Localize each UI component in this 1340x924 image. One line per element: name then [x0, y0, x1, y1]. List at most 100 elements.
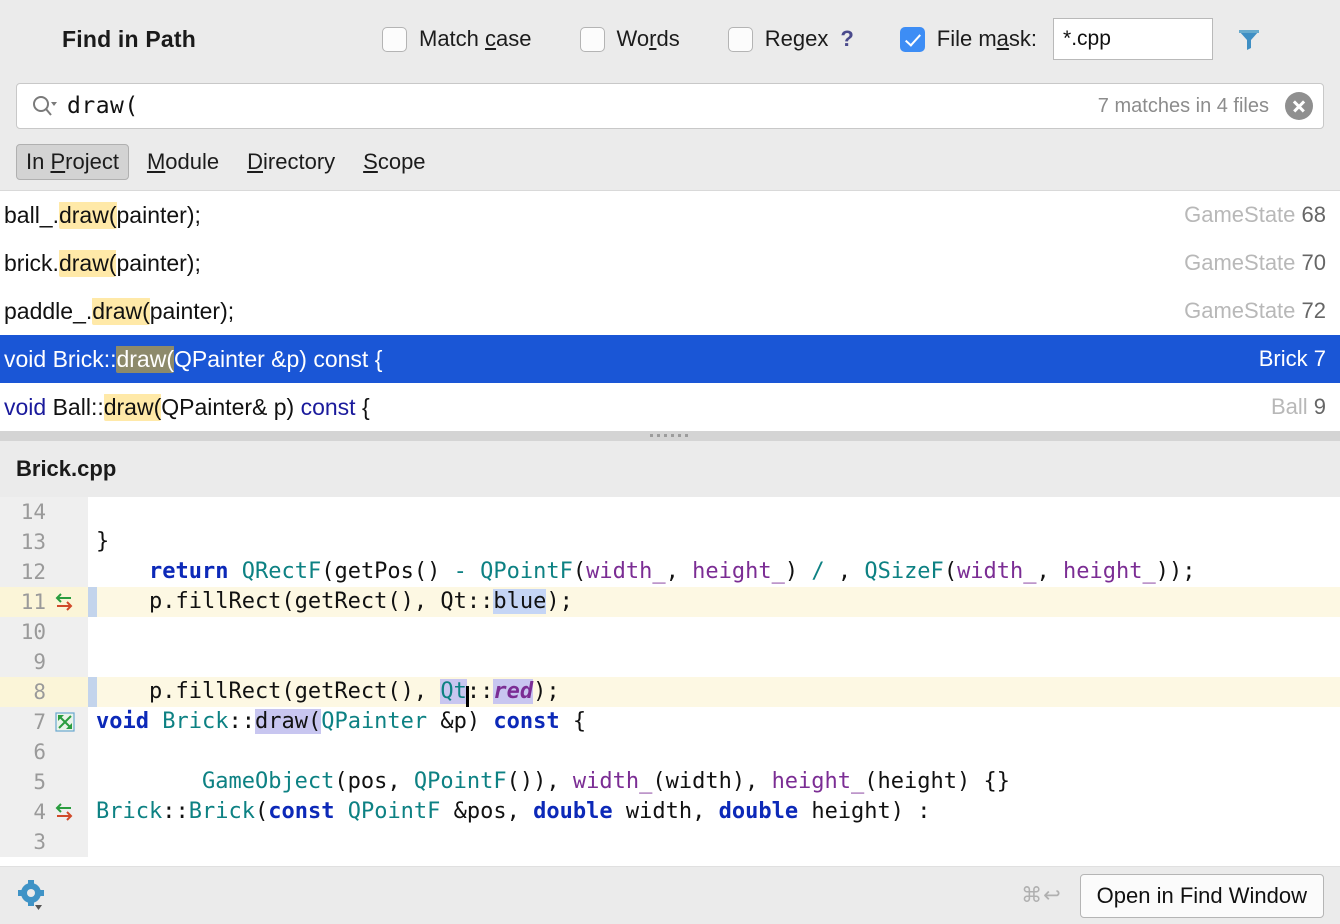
line-number: 7 — [33, 710, 46, 734]
line-marker — [88, 677, 97, 707]
line-number: 9 — [33, 650, 46, 674]
words-checkbox[interactable] — [579, 26, 605, 52]
line-gutter[interactable]: 8 — [0, 677, 88, 707]
line-number: 8 — [33, 680, 46, 704]
option-words[interactable]: Words — [579, 26, 680, 52]
line-number: 13 — [20, 530, 46, 554]
sidebar-item-scope[interactable]: Scope — [353, 144, 435, 180]
modified-lines-icon[interactable] — [54, 801, 76, 823]
line-marker — [88, 587, 97, 617]
search-input-value[interactable]: draw( — [67, 93, 1098, 119]
line-number: 4 — [33, 800, 46, 824]
table-row[interactable]: ball_.draw(painter); GameState 68 — [0, 191, 1340, 239]
sidebar-item-in-project[interactable]: In Project — [16, 144, 129, 180]
clear-icon[interactable] — [1285, 92, 1313, 120]
match-case-checkbox[interactable] — [382, 26, 407, 52]
preview-file-name: Brick.cpp — [16, 456, 117, 481]
search-field[interactable]: draw( 7 matches in 4 files — [16, 83, 1324, 129]
regex-label: Regex — [764, 26, 829, 51]
table-row[interactable]: brick.draw(painter); GameState 70 — [0, 239, 1340, 287]
sidebar-item-directory[interactable]: Directory — [237, 144, 345, 180]
search-icon[interactable] — [31, 94, 57, 118]
preview-header: Brick.cpp — [0, 441, 1340, 497]
option-match-case[interactable]: Match case — [382, 26, 532, 52]
file-mask-checkbox[interactable] — [899, 26, 925, 52]
line-number: 3 — [33, 830, 46, 854]
code-text[interactable] — [88, 617, 1340, 647]
file-mask-label: File mask: — [936, 26, 1038, 51]
code-text[interactable] — [88, 737, 1340, 767]
code-text[interactable] — [88, 647, 1340, 677]
match-summary: 7 matches in 4 files — [1097, 94, 1269, 117]
regex-help-icon[interactable]: ? — [840, 26, 853, 52]
line-gutter[interactable]: 6 — [0, 737, 88, 767]
table-row[interactable]: paddle_.draw(painter); GameState 72 — [0, 287, 1340, 335]
line-gutter[interactable]: 12 — [0, 557, 88, 587]
results-list[interactable]: ball_.draw(painter); GameState 68 brick.dr… — [0, 190, 1340, 431]
code-text[interactable] — [88, 497, 1340, 527]
result-code-snippet: paddle_.draw(painter); — [4, 297, 235, 325]
result-file-location: Ball 9 — [1270, 394, 1326, 419]
regex-checkbox[interactable] — [727, 26, 753, 52]
code-line[interactable]: 14 — [0, 497, 1340, 527]
gear-icon[interactable] — [18, 879, 48, 912]
line-gutter[interactable]: 13 — [0, 527, 88, 557]
code-line[interactable]: 11 p.fillRect(getRect(), Qt::blue); — [0, 587, 1340, 617]
line-gutter[interactable]: 9 — [0, 647, 88, 677]
code-text[interactable]: p.fillRect(getRect(), Qt::blue); — [88, 587, 1340, 617]
match-case-label: Match case — [419, 26, 532, 51]
expand-collapse-icon[interactable] — [54, 711, 76, 733]
code-line[interactable]: 7 void Brick::draw(QPainter &p) const { — [0, 707, 1340, 737]
code-line[interactable]: 3 — [0, 827, 1340, 857]
code-line[interactable]: 9 — [0, 647, 1340, 677]
result-code-snippet: void Brick::draw(QPainter &p) const { — [4, 345, 383, 373]
code-text[interactable]: GameObject(pos, QPointF()), width_(width… — [88, 767, 1340, 797]
code-line[interactable]: 6 — [0, 737, 1340, 767]
option-file-mask[interactable]: File mask: — [899, 26, 1038, 52]
line-gutter[interactable]: 11 — [0, 587, 88, 617]
code-preview[interactable]: 14 13} 12 return QRectF(getPos() - QPointF… — [0, 497, 1340, 866]
result-file-location: Brick 7 — [1258, 346, 1326, 371]
filter-icon[interactable] — [1235, 25, 1263, 53]
scope-tabs: In Project Module Directory Scope — [0, 134, 1340, 190]
splitter-handle[interactable] — [0, 431, 1340, 441]
shortcut-hint: ⌘↩ — [1021, 884, 1062, 907]
line-gutter[interactable]: 10 — [0, 617, 88, 647]
line-gutter[interactable]: 5 — [0, 767, 88, 797]
result-code-snippet: ball_.draw(painter); — [4, 201, 201, 229]
code-line[interactable]: 8 p.fillRect(getRect(), Qt::red); — [0, 677, 1340, 707]
table-row[interactable]: void Ball::draw(QPainter& p) const {Ball… — [0, 383, 1340, 431]
dialog-header: Find in Path Match case Words Regex ? Fi… — [0, 0, 1340, 78]
code-line[interactable]: 10 — [0, 617, 1340, 647]
line-number: 6 — [33, 740, 46, 764]
file-mask-input[interactable] — [1053, 18, 1214, 60]
page-title: Find in Path — [62, 25, 196, 52]
code-text[interactable]: p.fillRect(getRect(), Qt::red); — [88, 677, 1340, 707]
table-row[interactable]: void Brick::draw(QPainter &p) const { Bri… — [0, 335, 1340, 383]
code-text[interactable] — [88, 827, 1340, 857]
search-row: draw( 7 matches in 4 files — [0, 78, 1340, 134]
words-label: Words — [616, 26, 680, 51]
code-line[interactable]: 12 return QRectF(getPos() - QPointF(widt… — [0, 557, 1340, 587]
sidebar-item-module[interactable]: Module — [137, 144, 229, 180]
code-text[interactable]: return QRectF(getPos() - QPointF(width_,… — [88, 557, 1340, 587]
code-line[interactable]: 5 GameObject(pos, QPointF()), width_(wid… — [0, 767, 1340, 797]
code-line[interactable]: 4 Brick::Brick(const QPointF &pos, double… — [0, 797, 1340, 827]
modified-lines-icon[interactable] — [54, 591, 76, 613]
line-gutter[interactable]: 4 — [0, 797, 88, 827]
result-code-snippet: brick.draw(painter); — [4, 249, 201, 277]
open-in-find-window-button[interactable]: Open in Find Window — [1079, 873, 1324, 918]
code-text[interactable]: Brick::Brick(const QPointF &pos, double … — [88, 797, 1340, 827]
line-gutter[interactable]: 14 — [0, 497, 88, 527]
result-file-location: GameState 72 — [1184, 298, 1326, 323]
find-in-path-dialog: Find in Path Match case Words Regex ? Fi… — [0, 0, 1340, 924]
line-gutter[interactable]: 3 — [0, 827, 88, 857]
line-gutter[interactable]: 7 — [0, 707, 88, 737]
option-regex[interactable]: Regex ? — [727, 26, 854, 52]
line-number: 14 — [20, 500, 46, 524]
line-number: 5 — [33, 770, 46, 794]
code-line[interactable]: 13} — [0, 527, 1340, 557]
line-number: 12 — [20, 560, 46, 584]
code-text[interactable]: } — [88, 527, 1340, 557]
code-text[interactable]: void Brick::draw(QPainter &p) const { — [88, 707, 1340, 737]
